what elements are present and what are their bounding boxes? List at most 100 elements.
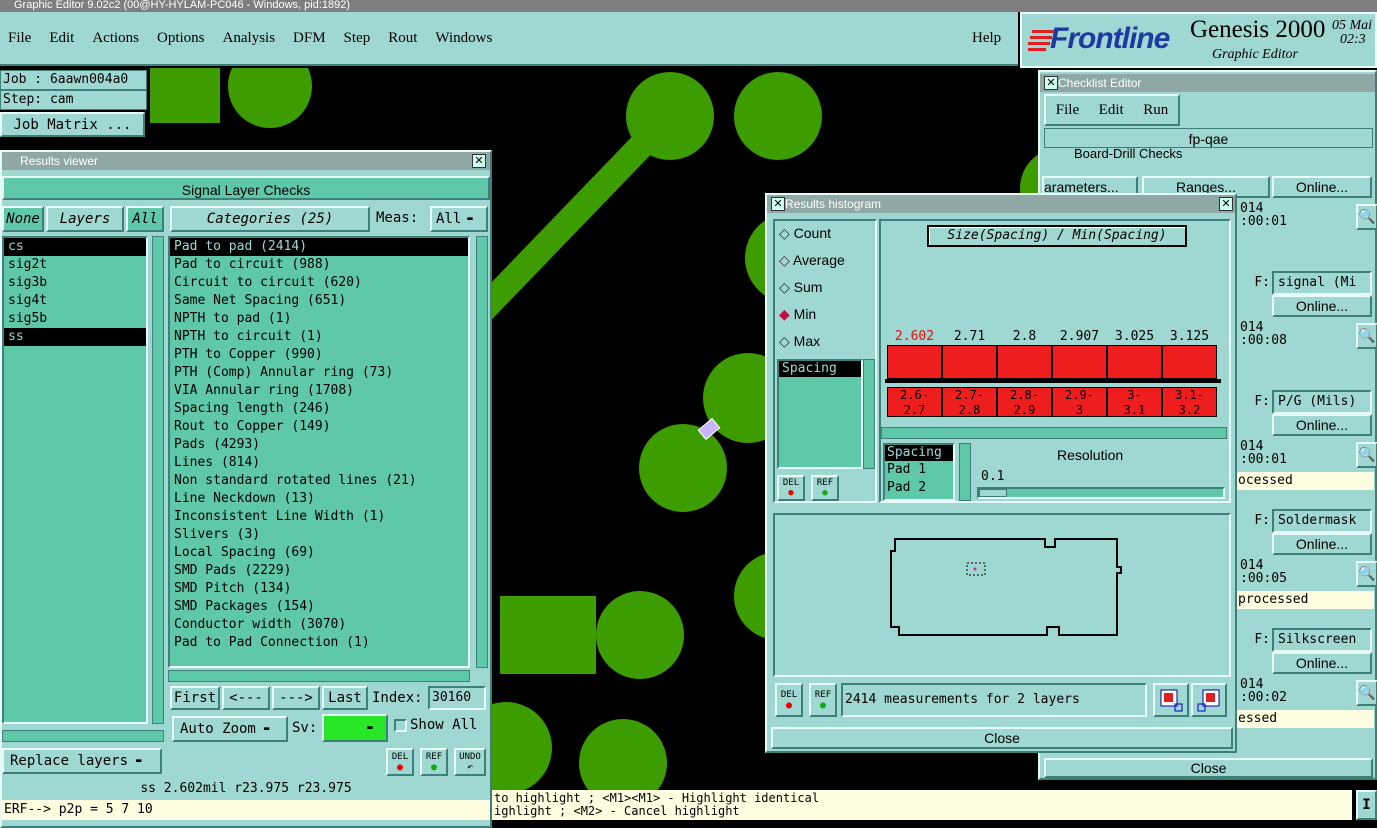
list-item[interactable]: Rout to Copper (149) bbox=[170, 418, 468, 436]
checklist-menu-run[interactable]: Run bbox=[1143, 102, 1168, 119]
menu-step[interactable]: Step bbox=[344, 30, 371, 47]
preview-del-button[interactable]: DEL ● bbox=[775, 683, 803, 717]
undo-button[interactable]: UNDO ↶ bbox=[454, 748, 486, 776]
list-item[interactable]: Spacing bbox=[779, 361, 861, 377]
categories-scrollbar[interactable] bbox=[476, 236, 488, 668]
list-item[interactable]: Pads (4293) bbox=[170, 436, 468, 454]
sub-list[interactable]: Spacing Pad 1 Pad 2 bbox=[883, 443, 955, 501]
menu-analysis[interactable]: Analysis bbox=[223, 30, 276, 47]
list-item[interactable]: Pad to Pad Connection (1) bbox=[170, 634, 468, 652]
online-button[interactable]: Online... bbox=[1272, 176, 1372, 198]
histogram-bar[interactable] bbox=[942, 345, 997, 379]
categories-list[interactable]: Pad to pad (2414) Pad to circuit (988) Cir… bbox=[168, 236, 470, 668]
magnifier-icon[interactable]: 🔍 bbox=[1356, 561, 1377, 587]
first-button[interactable]: First bbox=[170, 686, 220, 710]
erf-value-field[interactable]: Silkscreen bbox=[1272, 628, 1372, 652]
checklist-menu-file[interactable]: File bbox=[1056, 102, 1079, 119]
mode-radio-average[interactable]: ◇ Average bbox=[779, 252, 845, 269]
meas-dropdown[interactable]: All ▬ bbox=[430, 206, 488, 232]
online-button[interactable]: Online... bbox=[1272, 414, 1372, 436]
list-item[interactable]: SMD Packages (154) bbox=[170, 598, 468, 616]
close-icon[interactable]: ✕ bbox=[472, 154, 486, 168]
menu-edit[interactable]: Edit bbox=[49, 30, 74, 47]
command-line[interactable]: ERF--> p2p = 5 7 10 bbox=[2, 800, 490, 820]
list-item[interactable]: Non standard rotated lines (21) bbox=[170, 472, 468, 490]
list-item[interactable]: sig3b bbox=[4, 274, 146, 292]
histogram-bar[interactable] bbox=[1052, 345, 1107, 379]
online-button[interactable]: Online... bbox=[1272, 533, 1372, 555]
last-button[interactable]: Last bbox=[322, 686, 368, 710]
categories-button[interactable]: Categories (25) bbox=[170, 206, 370, 232]
layers-list[interactable]: cs sig2t sig3b sig4t sig5b ss bbox=[2, 236, 148, 724]
list-item[interactable]: sig5b bbox=[4, 310, 146, 328]
list-item[interactable]: Line Neckdown (13) bbox=[170, 490, 468, 508]
zoom-to-result-button[interactable] bbox=[1153, 683, 1189, 717]
erf-value-field[interactable]: Soldermask bbox=[1272, 509, 1372, 533]
del-button[interactable]: DEL ● bbox=[386, 748, 414, 776]
list-item[interactable]: NPTH to pad (1) bbox=[170, 310, 468, 328]
board-preview[interactable] bbox=[773, 513, 1231, 677]
list-item[interactable]: Pad 2 bbox=[885, 479, 953, 497]
next-button[interactable]: ---> bbox=[272, 686, 320, 710]
histogram-bar[interactable] bbox=[997, 345, 1052, 379]
close-icon[interactable]: ✕ bbox=[1044, 76, 1058, 90]
info-button[interactable]: I bbox=[1356, 790, 1377, 820]
mode-radio-max[interactable]: ◇ Max bbox=[779, 333, 820, 350]
slider-handle[interactable] bbox=[979, 489, 1007, 497]
list-item[interactable]: Circuit to circuit (620) bbox=[170, 274, 468, 292]
magnifier-icon[interactable]: 🔍 bbox=[1356, 680, 1377, 706]
prev-button[interactable]: <--- bbox=[222, 686, 270, 710]
list-item[interactable]: PTH to Copper (990) bbox=[170, 346, 468, 364]
list-item[interactable]: Inconsistent Line Width (1) bbox=[170, 508, 468, 526]
mode-radio-sum[interactable]: ◇ Sum bbox=[779, 279, 822, 296]
online-button[interactable]: Online... bbox=[1272, 295, 1372, 317]
histogram-bar[interactable] bbox=[887, 345, 942, 379]
job-matrix-button[interactable]: Job Matrix ... bbox=[0, 112, 145, 137]
auto-zoom-dropdown[interactable]: Auto Zoom ▬ bbox=[172, 716, 288, 742]
menu-options[interactable]: Options bbox=[157, 30, 205, 47]
list-item[interactable]: VIA Annular ring (1708) bbox=[170, 382, 468, 400]
list-item[interactable]: Slivers (3) bbox=[170, 526, 468, 544]
first-check-row[interactable]: Board-Drill Checks bbox=[1044, 148, 1214, 162]
histogram-bar[interactable] bbox=[1162, 345, 1217, 379]
all-button[interactable]: All bbox=[126, 206, 164, 232]
menu-file[interactable]: File bbox=[8, 30, 31, 47]
list-item[interactable]: Conductor width (3070) bbox=[170, 616, 468, 634]
list-item[interactable]: Same Net Spacing (651) bbox=[170, 292, 468, 310]
magnifier-icon[interactable]: 🔍 bbox=[1356, 204, 1377, 230]
replace-layers-dropdown[interactable]: Replace layers ▬ bbox=[2, 748, 162, 774]
list-item[interactable]: SMD Pads (2229) bbox=[170, 562, 468, 580]
histogram-list[interactable]: Spacing bbox=[777, 359, 863, 469]
categories-hscrollbar[interactable] bbox=[168, 670, 470, 682]
checklist-menu-edit[interactable]: Edit bbox=[1099, 102, 1124, 119]
list-item[interactable]: sig4t bbox=[4, 292, 146, 310]
sub-list-scrollbar[interactable] bbox=[959, 443, 971, 501]
resolution-slider[interactable] bbox=[977, 487, 1225, 499]
list-item[interactable]: Pad to pad (2414) bbox=[170, 238, 468, 256]
menu-help[interactable]: Help bbox=[972, 30, 1001, 47]
list-item[interactable]: Pad to circuit (988) bbox=[170, 256, 468, 274]
online-button[interactable]: Online... bbox=[1272, 652, 1372, 674]
menu-rout[interactable]: Rout bbox=[388, 30, 417, 47]
list-item[interactable]: Spacing length (246) bbox=[170, 400, 468, 418]
magnifier-icon[interactable]: 🔍 bbox=[1356, 323, 1377, 349]
layers-hscrollbar[interactable] bbox=[2, 730, 164, 742]
menu-actions[interactable]: Actions bbox=[92, 30, 139, 47]
ref-button[interactable]: REF ● bbox=[420, 748, 448, 776]
show-all-checkbox[interactable] bbox=[394, 719, 407, 732]
list-item[interactable]: ss bbox=[4, 328, 146, 346]
list-item[interactable]: SMD Pitch (134) bbox=[170, 580, 468, 598]
list-item[interactable]: Spacing bbox=[885, 445, 953, 461]
graph-hscrollbar[interactable] bbox=[881, 427, 1227, 439]
erf-value-field[interactable]: P/G (Mils) bbox=[1272, 390, 1372, 414]
histogram-del-button[interactable]: DEL ● bbox=[777, 475, 805, 501]
mode-radio-count[interactable]: ◇ Count bbox=[779, 225, 831, 242]
list-item[interactable]: NPTH to circuit (1) bbox=[170, 328, 468, 346]
checklist-close-button[interactable]: Close bbox=[1044, 758, 1373, 778]
index-input[interactable]: 30160 bbox=[428, 686, 486, 710]
list-item[interactable]: Lines (814) bbox=[170, 454, 468, 472]
menu-dfm[interactable]: DFM bbox=[293, 30, 326, 47]
list-item[interactable]: PTH (Comp) Annular ring (73) bbox=[170, 364, 468, 382]
mode-radio-min[interactable]: ◆ Min bbox=[779, 306, 816, 323]
list-item[interactable]: Local Spacing (69) bbox=[170, 544, 468, 562]
